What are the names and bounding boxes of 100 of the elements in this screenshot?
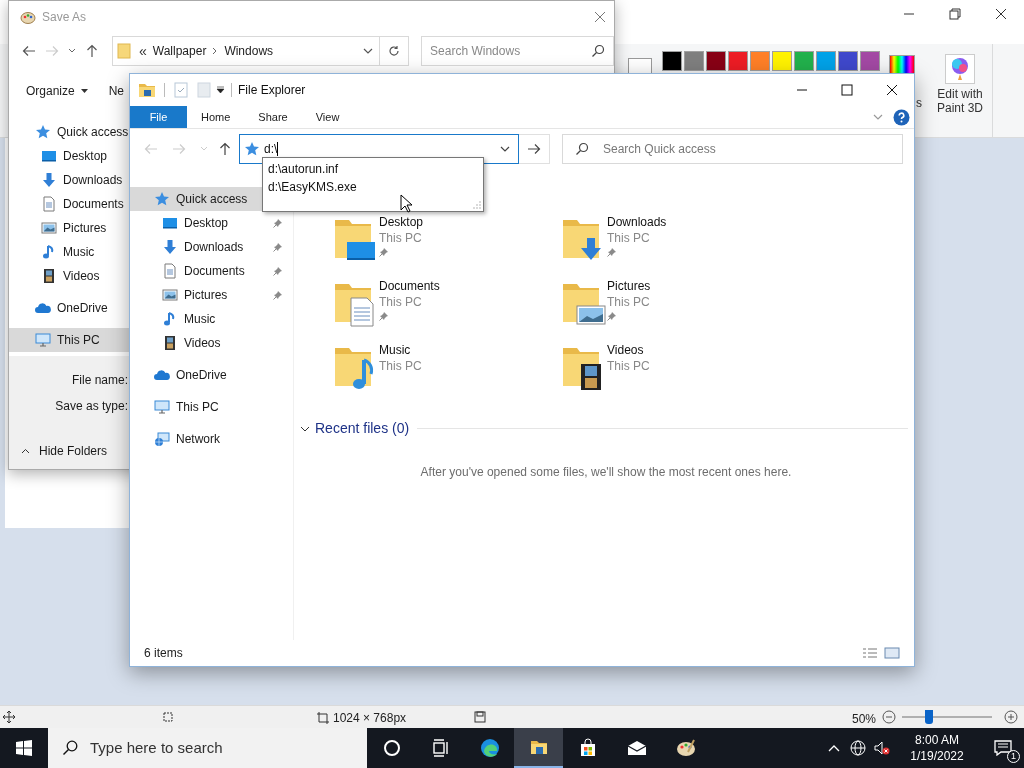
nav-item[interactable]: Network [130,427,293,451]
zoom-slider-thumb[interactable] [925,710,933,724]
refresh-button[interactable] [380,36,410,66]
color-swatch[interactable] [728,51,748,71]
hide-folders-button[interactable]: Hide Folders [21,442,108,460]
screen-icon [41,148,57,164]
speaker-muted-icon[interactable] [874,740,890,756]
nav-item[interactable]: Downloads [9,168,130,192]
document-icon [162,263,178,279]
search-icon [62,740,78,756]
organize-button[interactable]: Organize [26,82,88,100]
taskbar-search-field[interactable]: Type here to search [48,728,367,768]
notification-count: 1 [1007,750,1020,763]
toolbar-button[interactable]: Ne [108,82,125,100]
color-swatch[interactable] [816,51,836,71]
clock[interactable]: 8:00 AM 1/19/2022 [900,732,974,764]
globe-icon[interactable] [850,740,866,756]
item-count: 6 items [144,645,184,662]
chevron-down-icon[interactable] [500,144,510,153]
folder-name[interactable]: Music [379,342,422,358]
chevron-up-icon[interactable] [828,744,840,752]
color-swatch[interactable] [706,51,726,71]
folder-location: This PC [379,358,422,374]
nav-item[interactable]: Desktop [130,211,293,235]
address-bar[interactable]: « Wallpaper Windows [112,36,381,66]
envelope-icon [626,738,647,758]
taskbar-app-button[interactable] [514,728,563,768]
zoom-in-icon[interactable] [1004,710,1018,724]
film-icon [162,335,178,351]
edit-with-paint-3d-button[interactable]: Edit with Paint 3D [931,54,989,115]
color-swatch[interactable] [838,51,858,71]
notifications-button[interactable]: 1 [982,728,1024,768]
folder-location: This PC [607,230,651,246]
file-menu-button[interactable]: File [130,106,187,128]
down-arrow-icon [41,172,57,188]
close-icon[interactable] [995,8,1007,20]
image-icon [162,287,178,303]
address-text: d:\ [264,140,278,158]
pin-icon [273,290,283,300]
ribbon-tab[interactable]: Share [244,106,302,128]
color-swatch[interactable] [628,58,652,73]
nav-item[interactable]: Videos [9,264,130,288]
folder-name[interactable]: Desktop [379,214,424,230]
star-icon [154,191,170,207]
help-icon[interactable] [893,108,910,126]
nav-item[interactable]: Videos [130,331,293,355]
nav-item[interactable]: Pictures [9,216,130,240]
film-icon [41,268,57,284]
nav-item[interactable]: Desktop [9,144,130,168]
back-arrow-icon[interactable] [22,44,36,58]
pin-icon [607,247,617,257]
recent-locations-icon[interactable] [68,48,76,54]
color-spectrum-icon[interactable] [889,55,915,73]
nav-item[interactable]: Quick access [9,120,130,144]
section-header[interactable]: Recent files (0) [315,418,410,439]
field-label: Save as type: [55,398,128,415]
nav-item[interactable]: Documents [9,192,130,216]
folder-location: This PC [607,358,650,374]
maximize-icon[interactable] [840,84,853,96]
document-icon [41,196,57,212]
customize-menu-icon[interactable] [216,86,225,94]
breadcrumb-item[interactable]: Windows [224,42,274,60]
color-swatch[interactable] [772,51,792,71]
color-swatch[interactable] [794,51,814,71]
computer-icon [35,332,51,348]
nav-item[interactable]: Downloads [130,235,293,259]
close-icon[interactable] [885,84,898,96]
folder-name[interactable]: Downloads [607,214,667,230]
nav-item[interactable]: OneDrive [130,363,293,387]
restore-icon[interactable] [949,8,961,20]
color-swatch[interactable] [860,51,880,71]
color-swatch[interactable] [662,51,682,71]
zoom-slider[interactable] [902,710,992,724]
up-arrow-icon[interactable] [85,44,99,58]
nav-item[interactable]: This PC [130,395,293,419]
zoom-out-icon[interactable] [882,710,896,724]
caret-icon [80,89,88,93]
ribbon-tab[interactable]: View [301,106,354,128]
chevron-down-icon[interactable] [363,47,374,55]
color-swatch[interactable] [750,51,770,71]
search-placeholder: Search Quick access [603,140,716,158]
go-arrow-icon[interactable] [527,141,541,156]
folder-name[interactable]: Videos [607,342,650,358]
nav-item[interactable]: Music [130,307,293,331]
nav-item[interactable]: OneDrive [9,296,130,320]
pin-icon [273,218,283,228]
color-swatch[interactable] [684,51,704,71]
nav-item[interactable]: Documents [130,259,293,283]
go-button[interactable] [519,133,550,164]
search-field[interactable]: Search Windows [421,36,614,66]
speech-bubble-icon [994,740,1012,756]
folder-name[interactable]: Documents [379,278,440,294]
folder-name[interactable]: Pictures [607,278,651,294]
search-field[interactable]: Search Quick access [562,133,903,164]
breadcrumb-item[interactable]: Wallpaper [152,42,207,60]
up-arrow-icon[interactable] [218,141,232,156]
nav-item[interactable]: Music [9,240,130,264]
nav-item[interactable]: This PC [9,328,130,352]
ribbon-tab[interactable]: Home [187,106,245,128]
nav-item[interactable]: Pictures [130,283,293,307]
